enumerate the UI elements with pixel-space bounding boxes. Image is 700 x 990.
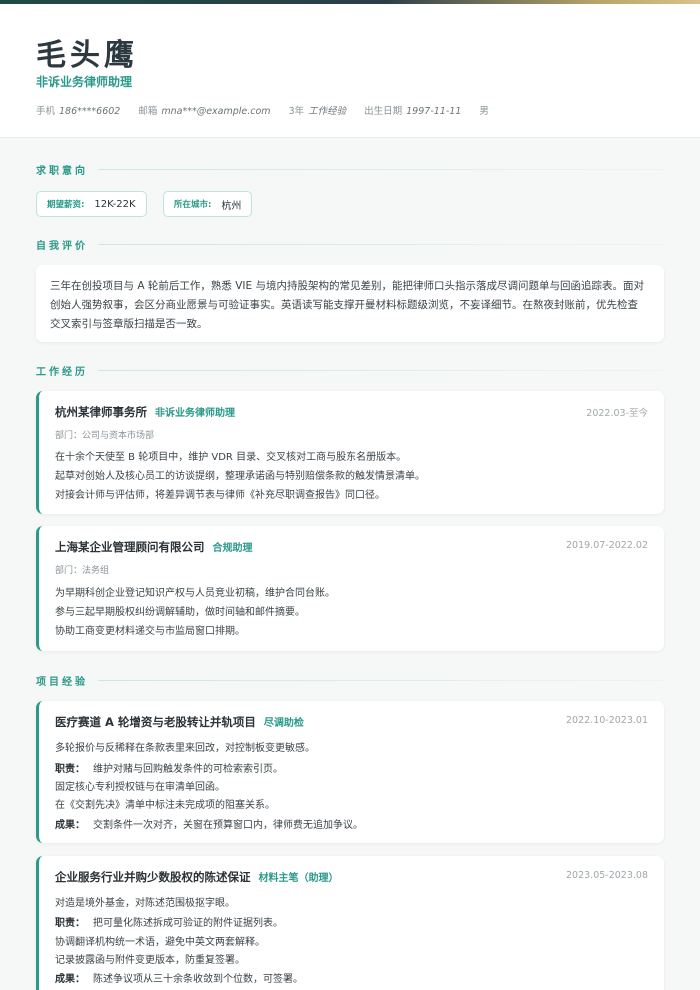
section-title-work: 工作经历 xyxy=(36,363,664,378)
project-role: 材料主笔（助理） xyxy=(258,873,339,884)
candidate-name: 毛头鹰 xyxy=(36,38,138,73)
project-desc: 对造是境外基金，对陈述范围极抠字眼。 xyxy=(55,898,235,909)
result-label: 成果： xyxy=(55,820,85,831)
project-duty: 记录披露函与附件变更版本，防重复签署。 xyxy=(55,955,245,966)
city-value: 杭州 xyxy=(221,200,242,212)
work-date: 2022.03-至今 xyxy=(586,408,648,419)
work-bullet: 为早期科创企业登记知识产权与人员竞业初稿，维护合同台账。 xyxy=(55,588,335,599)
company-name: 上海某企业管理顾问有限公司 xyxy=(55,540,205,554)
result-label: 成果： xyxy=(55,974,85,985)
project-heading: 企业服务行业并购少数股权的陈述保证 材料主笔（助理） xyxy=(55,869,339,885)
result-text: 陈述争议项从三十余条收敛到个位数，可签署。 xyxy=(93,974,303,985)
project-duty: 在《交割先决》清单中标注未完成项的阻塞关系。 xyxy=(55,800,275,811)
work-dept: 部门：法务组 xyxy=(55,566,110,576)
duty-text: 维护对赌与回购触发条件的可检索索引页。 xyxy=(93,764,283,775)
birth-item: 出生日期 1997-11-11 xyxy=(364,103,461,117)
salary-label: 期望薪资: xyxy=(47,200,85,210)
duty-label: 职责： xyxy=(55,764,85,775)
section-title-text: 项目经验 xyxy=(36,677,88,688)
birth-value: 1997-11-11 xyxy=(406,106,462,117)
section-title-text: 求职意向 xyxy=(36,166,88,177)
work-bullet: 协助工商变更材料递交与市监局窗口排期。 xyxy=(55,626,245,637)
self-evaluation-card: 三年在创投项目与 A 轮前后工作，熟悉 VIE 与境内持股架构的常见差别，能把律… xyxy=(36,265,664,342)
section-title-intention: 求职意向 xyxy=(36,162,664,177)
section-divider xyxy=(98,169,664,170)
phone-item: 手机 186****6602 xyxy=(36,103,120,117)
email-item: 邮箱 mna***@example.com xyxy=(138,103,270,117)
gender-value: 男 xyxy=(479,106,489,117)
result-text: 交割条件一次对齐，关窗在预算窗口内，律师费无追加争议。 xyxy=(93,820,363,831)
section-divider xyxy=(98,370,664,371)
project-result: 成果： 陈述争议项从三十余条收敛到个位数，可签署。 xyxy=(55,970,303,985)
candidate-title: 非诉业务律师助理 xyxy=(36,75,133,89)
project-card: 企业服务行业并购少数股权的陈述保证 材料主笔（助理） 2023.05-2023.… xyxy=(36,856,664,990)
phone-label: 手机 xyxy=(36,106,56,117)
contact-meta: 手机 186****6602 邮箱 mna***@example.com 3年 工作经… xyxy=(36,103,489,117)
work-bullet: 起草对创始人及核心员工的访谈提纲，整理承诺函与特别赔偿条款的触发情景清单。 xyxy=(55,471,425,482)
duty-label: 职责： xyxy=(55,918,85,929)
resume-header: 毛头鹰 非诉业务律师助理 手机 186****6602 邮箱 mna***@exam… xyxy=(0,4,700,138)
project-result: 成果： 交割条件一次对齐，关窗在预算窗口内，律师费无追加争议。 xyxy=(55,816,363,831)
project-name: 企业服务行业并购少数股权的陈述保证 xyxy=(55,870,251,884)
city-label: 所在城市: xyxy=(174,200,212,210)
work-heading: 杭州某律师事务所 非诉业务律师助理 xyxy=(55,404,235,420)
experience-label: 工作经验 xyxy=(308,106,347,117)
section-title-text: 自我评价 xyxy=(36,241,88,252)
project-duty: 固定核心专利授权链与在审清单回函。 xyxy=(55,782,225,793)
project-heading: 医疗赛道 A 轮增资与老股转让并轨项目 尽调助检 xyxy=(55,714,304,730)
city-tag: 所在城市: 杭州 xyxy=(163,191,253,217)
project-desc: 多轮报价与反稀释在条款表里来回改，对控制板变更敏感。 xyxy=(55,743,315,754)
salary-value: 12K-22K xyxy=(94,198,136,210)
project-role: 尽调助检 xyxy=(263,718,304,729)
duty-text: 把可量化陈述拆成可验证的附件证据列表。 xyxy=(93,918,283,929)
email-value: mna***@example.com xyxy=(161,106,271,117)
section-divider xyxy=(98,680,664,681)
email-label: 邮箱 xyxy=(138,106,158,117)
experience-years: 3年 xyxy=(288,106,305,117)
summary-line: 创始人强势叙事，会区分商业愿景与可验证事实。英语读写能支撑开曼材料标题级浏览，不… xyxy=(50,299,638,311)
work-bullet: 参与三起早期股权纠纷调解辅助，做时间轴和邮件摘要。 xyxy=(55,607,305,618)
section-title-text: 工作经历 xyxy=(36,367,88,378)
project-card: 医疗赛道 A 轮增资与老股转让并轨项目 尽调助检 2022.10-2023.01… xyxy=(36,701,664,843)
project-duty: 职责： 维护对赌与回购触发条件的可检索索引页。 xyxy=(55,760,283,775)
project-name: 医疗赛道 A 轮增资与老股转让并轨项目 xyxy=(55,715,256,729)
project-duty: 协调翻译机构统一术语，避免中英文两套解释。 xyxy=(55,937,265,948)
work-card: 杭州某律师事务所 非诉业务律师助理 2022.03-至今 部门：公司与资本市场部… xyxy=(36,391,664,514)
project-duty: 职责： 把可量化陈述拆成可验证的附件证据列表。 xyxy=(55,914,283,929)
work-card: 上海某企业管理顾问有限公司 合规助理 2019.07-2022.02 部门：法务… xyxy=(36,526,664,651)
phone-value: 186****6602 xyxy=(59,106,121,117)
work-heading: 上海某企业管理顾问有限公司 合规助理 xyxy=(55,539,253,555)
work-bullet: 对接会计师与评估师，将差异调节表与律师《补充尽职调查报告》同口径。 xyxy=(55,490,385,501)
section-title-self: 自我评价 xyxy=(36,237,664,252)
section-divider xyxy=(98,244,664,245)
summary-line: 交叉索引与签章版扫描是否一致。 xyxy=(50,318,208,330)
company-name: 杭州某律师事务所 xyxy=(55,405,147,419)
project-date: 2022.10-2023.01 xyxy=(566,715,648,726)
job-role: 合规助理 xyxy=(212,543,253,554)
work-dept: 部门：公司与资本市场部 xyxy=(55,431,155,441)
salary-tag: 期望薪资: 12K-22K xyxy=(36,191,147,217)
section-title-project: 项目经验 xyxy=(36,673,664,688)
birth-label: 出生日期 xyxy=(364,106,403,117)
project-date: 2023.05-2023.08 xyxy=(566,870,648,881)
summary-line: 三年在创投项目与 A 轮前后工作，熟悉 VIE 与境内持股架构的常见差别，能把律… xyxy=(50,280,644,292)
job-role: 非诉业务律师助理 xyxy=(155,408,235,419)
work-bullet: 在十余个天使至 B 轮项目中，维护 VDR 目录、交叉核对工商与股东名册版本。 xyxy=(55,452,407,463)
experience-item: 3年 工作经验 xyxy=(289,103,347,117)
work-date: 2019.07-2022.02 xyxy=(566,540,648,551)
